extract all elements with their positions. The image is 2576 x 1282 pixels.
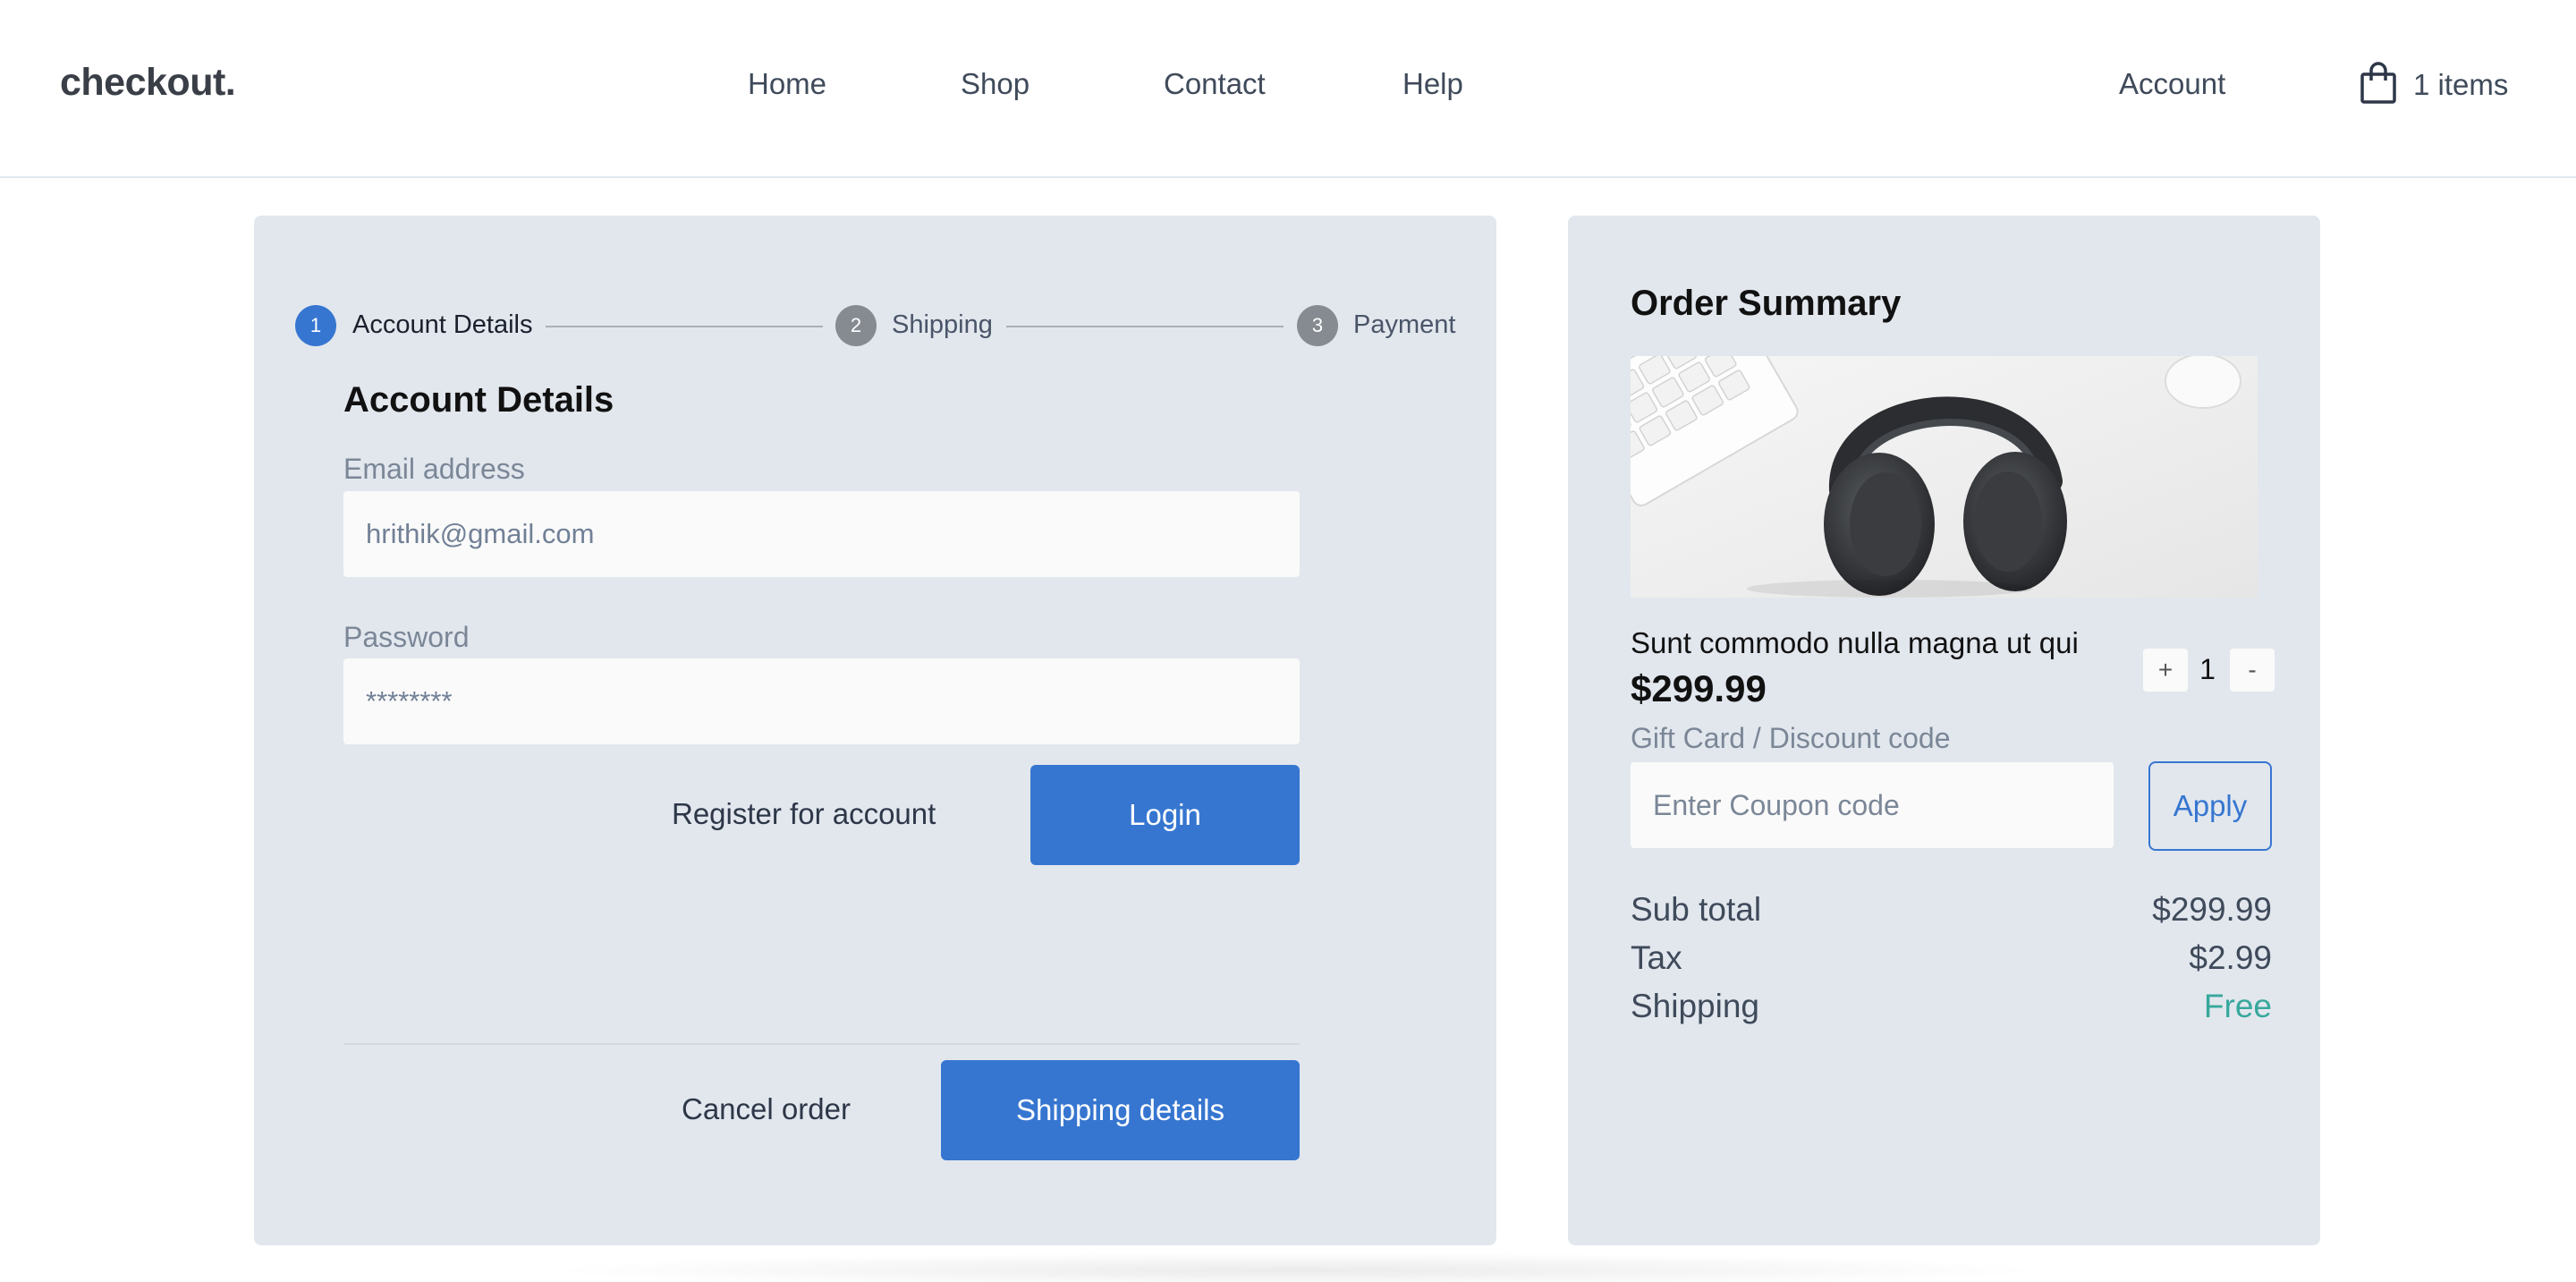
step-1-label[interactable]: Account Details xyxy=(352,310,533,340)
step-connector xyxy=(1006,326,1284,327)
tax-label: Tax xyxy=(1631,939,1682,976)
cart-count-label: 1 items xyxy=(2413,68,2509,101)
step-connector xyxy=(546,326,823,327)
nav-link-shop[interactable]: Shop xyxy=(961,67,1030,101)
page-bottom-shadow xyxy=(537,1252,2057,1282)
tax-value: $2.99 xyxy=(2189,939,2272,976)
email-label: Email address xyxy=(343,453,525,485)
apply-coupon-button[interactable]: Apply xyxy=(2148,761,2272,851)
coupon-label: Gift Card / Discount code xyxy=(1631,722,1951,754)
shopping-bag-icon xyxy=(2360,61,2397,109)
product-name: Sunt commodo nulla magna ut qui xyxy=(1631,626,2079,659)
step-1-indicator[interactable]: 1 xyxy=(295,305,336,346)
quantity-value: 1 xyxy=(2199,653,2216,685)
brand-logo[interactable]: checkout. xyxy=(60,61,236,105)
shipping-details-button[interactable]: Shipping details xyxy=(941,1060,1300,1160)
password-field[interactable] xyxy=(343,658,1300,744)
step-2-indicator[interactable]: 2 xyxy=(835,305,877,346)
subtotal-label: Sub total xyxy=(1631,891,1762,928)
product-price: $299.99 xyxy=(1631,667,1767,709)
login-button[interactable]: Login xyxy=(1030,765,1300,865)
password-label: Password xyxy=(343,621,470,653)
register-account-link[interactable]: Register for account xyxy=(672,797,936,831)
nav-link-home[interactable]: Home xyxy=(748,67,826,101)
step-3-label[interactable]: Payment xyxy=(1353,310,1455,340)
shipping-value: Free xyxy=(2203,988,2272,1024)
form-divider xyxy=(343,1043,1300,1045)
order-summary-title: Order Summary xyxy=(1631,284,1902,323)
cancel-order-button[interactable]: Cancel order xyxy=(682,1092,851,1126)
nav-link-contact[interactable]: Contact xyxy=(1164,67,1266,101)
step-3-indicator[interactable]: 3 xyxy=(1297,305,1338,346)
subtotal-value: $299.99 xyxy=(2152,891,2272,928)
step-2-label[interactable]: Shipping xyxy=(892,310,993,340)
cart-button[interactable]: 1 items xyxy=(2360,61,2509,109)
quantity-increase-button[interactable]: + xyxy=(2143,649,2188,692)
shipping-label: Shipping xyxy=(1631,988,1760,1024)
top-navbar: checkout. Home Shop Contact Help Account… xyxy=(0,0,2576,178)
quantity-decrease-button[interactable]: - xyxy=(2230,649,2275,692)
order-summary-panel: Order Summary Sunt commodo nulla magna u… xyxy=(1568,216,2320,1245)
email-field[interactable] xyxy=(343,491,1300,577)
section-title: Account Details xyxy=(343,380,614,420)
nav-link-help[interactable]: Help xyxy=(1402,67,1463,101)
checkout-form-panel: 1 Account Details 2 Shipping 3 Payment A… xyxy=(254,216,1496,1245)
nav-link-account[interactable]: Account xyxy=(2119,67,2225,101)
coupon-input[interactable] xyxy=(1631,762,2114,848)
headphones-product-image xyxy=(1631,356,2258,598)
